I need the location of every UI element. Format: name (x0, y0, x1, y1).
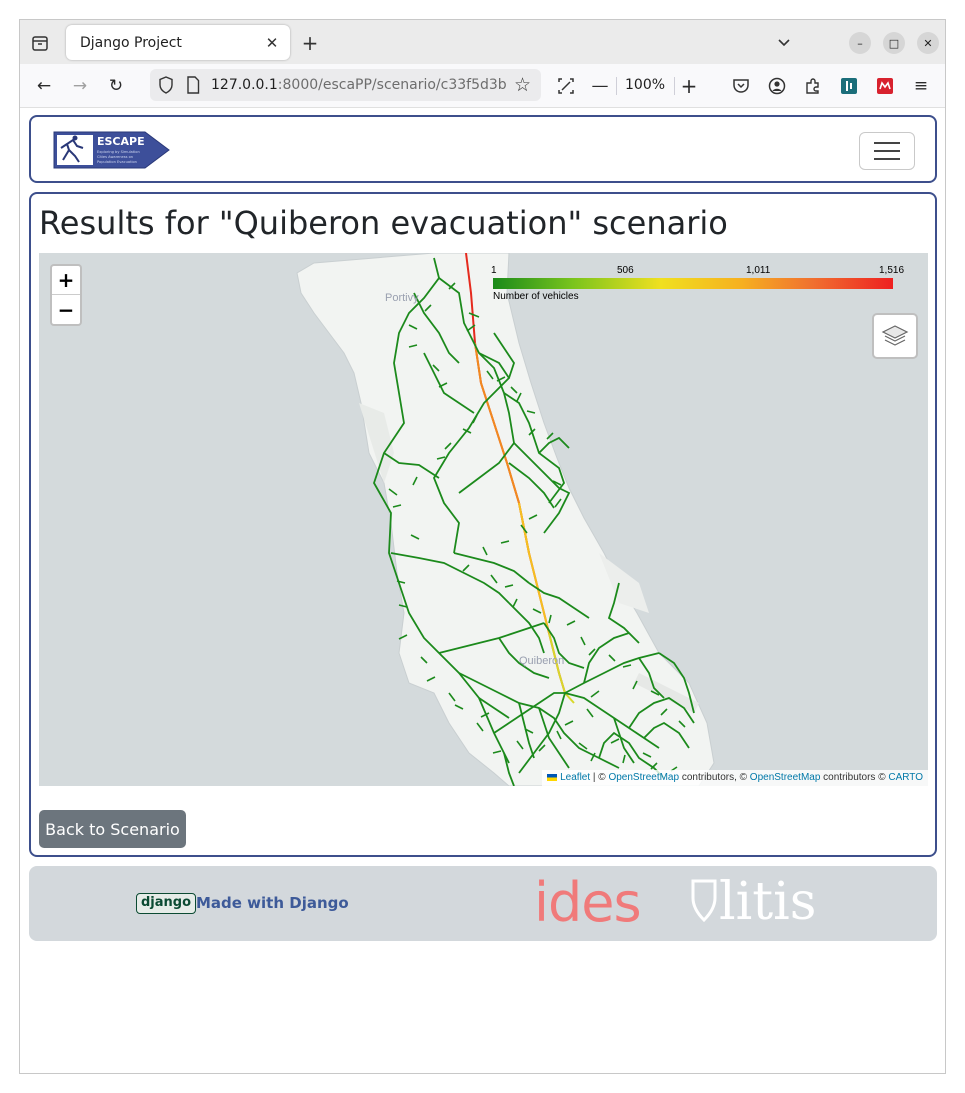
made-with-django[interactable]: Made with Django (196, 894, 349, 912)
navbar-toggle-button[interactable] (859, 132, 915, 170)
account-icon[interactable] (765, 74, 789, 98)
zoom-level[interactable]: 100% (625, 77, 665, 93)
svg-text:Exploring by Simulation: Exploring by Simulation (97, 150, 140, 154)
legend-tick: 1,516 (879, 265, 905, 276)
pocket-icon[interactable] (729, 74, 753, 98)
zoom-out-icon[interactable]: — (588, 74, 612, 98)
url-bar[interactable]: 127.0.0.1:8000/escaPP/scenario/c33f5d3b-… (150, 69, 541, 101)
tab-strip: Django Project ✕ + – □ ✕ (20, 20, 945, 64)
escape-logo[interactable]: ESCAPE Exploring by Simulation Cities Aw… (53, 130, 171, 170)
carto-link[interactable]: CARTO (888, 772, 923, 783)
svg-text:ESCAPE: ESCAPE (97, 135, 145, 148)
map-attribution: Leaflet | © OpenStreetMap contributors, … (542, 770, 928, 786)
zoom-in-icon[interactable]: + (677, 74, 701, 98)
leaflet-link[interactable]: Leaflet (560, 772, 590, 783)
place-label: Portivy (385, 292, 419, 304)
osm-link[interactable]: OpenStreetMap (608, 772, 679, 783)
place-label: Quiberon (519, 655, 565, 667)
bookmark-star-icon[interactable]: ☆ (514, 74, 531, 96)
tab-title: Django Project (80, 34, 182, 51)
svg-text:Population Evacuation: Population Evacuation (97, 160, 137, 164)
menu-icon[interactable]: ≡ (909, 74, 933, 98)
ides-logo[interactable]: ides (534, 871, 642, 934)
attribution-text: contributors, © (679, 772, 750, 783)
attribution-text: contributors © (820, 772, 889, 783)
extension-red-icon[interactable] (873, 74, 897, 98)
shield-icon[interactable] (158, 76, 174, 98)
site-navbar: ESCAPE Exploring by Simulation Cities Aw… (29, 115, 937, 183)
navigation-bar: ← → ↻ 127.0.0.1:8000/escaPP/scenario/c33… (20, 64, 945, 108)
url-text: 127.0.0.1:8000/escaPP/scenario/c33f5d3b- (211, 77, 506, 93)
map-tiles (296, 253, 715, 786)
results-map[interactable]: Portivy Quiberon + − 1 506 1,011 1,516 N… (39, 253, 928, 786)
tab-close-icon[interactable]: ✕ (260, 31, 284, 55)
litis-logo[interactable]: litis (719, 872, 816, 932)
toolbar-separator (616, 77, 617, 95)
litis-shield-icon (691, 879, 717, 923)
zoom-in-button[interactable]: + (52, 266, 80, 295)
ukraine-flag-icon (547, 773, 558, 781)
zoom-control: + − (50, 264, 82, 326)
page-title: Results for "Quiberon evacuation" scenar… (39, 204, 728, 242)
map-legend: 1 506 1,011 1,516 Number of vehicles (491, 265, 911, 305)
svg-text:Cities Awareness on: Cities Awareness on (97, 155, 133, 159)
layers-icon (881, 325, 909, 346)
attribution-text: | © (590, 772, 609, 783)
osm-link[interactable]: OpenStreetMap (750, 772, 821, 783)
back-arrow-icon[interactable]: ← (32, 74, 56, 98)
minimize-icon[interactable]: – (849, 32, 871, 54)
legend-color-bar (493, 278, 893, 289)
legend-ticks: 1 506 1,011 1,516 (491, 265, 911, 277)
back-to-scenario-button[interactable]: Back to Scenario (39, 810, 186, 848)
layers-control[interactable] (872, 313, 918, 359)
legend-tick: 1 (491, 265, 497, 276)
close-window-icon[interactable]: ✕ (917, 32, 939, 54)
screenshot-icon[interactable] (554, 74, 578, 98)
page-icon[interactable] (186, 76, 200, 98)
page-content: ESCAPE Exploring by Simulation Cities Aw… (20, 109, 945, 1073)
new-tab-icon[interactable]: + (298, 31, 322, 55)
zoom-out-button[interactable]: − (52, 295, 80, 324)
legend-tick: 1,011 (746, 265, 771, 276)
browser-window: Django Project ✕ + – □ ✕ ← → ↻ 127.0.0.1… (19, 19, 946, 1074)
extension-teal-icon[interactable] (837, 74, 861, 98)
results-card: Results for "Quiberon evacuation" scenar… (29, 192, 937, 857)
extensions-icon[interactable] (801, 74, 825, 98)
django-badge[interactable]: django (136, 893, 197, 914)
footer: django Made with Django ides litis (29, 866, 937, 941)
browser-tab[interactable]: Django Project ✕ (66, 25, 290, 60)
legend-caption: Number of vehicles (493, 291, 579, 302)
tab-list-icon[interactable] (28, 31, 52, 55)
chevron-down-icon[interactable] (772, 31, 796, 55)
toolbar-separator (674, 77, 675, 95)
reload-icon[interactable]: ↻ (104, 74, 128, 98)
legend-tick: 506 (617, 265, 634, 276)
maximize-icon[interactable]: □ (883, 32, 905, 54)
forward-arrow-icon[interactable]: → (68, 74, 92, 98)
